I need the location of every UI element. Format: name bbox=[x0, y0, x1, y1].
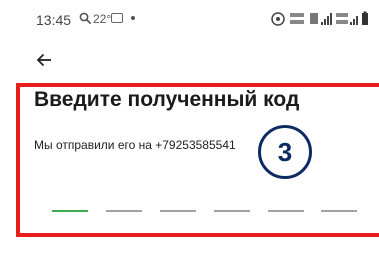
volte-lte2-icon bbox=[336, 13, 358, 25]
step-number: 3 bbox=[277, 136, 293, 167]
volte-lte1-icon bbox=[290, 13, 304, 24]
search-icon bbox=[79, 12, 91, 24]
code-slot-6[interactable] bbox=[321, 210, 357, 212]
page-title: Введите полученный код bbox=[34, 88, 300, 111]
sent-to-text: Мы отправили его на +79253585541 bbox=[34, 138, 236, 152]
4g-signal-icon bbox=[310, 13, 332, 25]
step-badge: 3 bbox=[258, 125, 312, 179]
status-temperature: 22° bbox=[93, 12, 112, 26]
arrow-left-icon[interactable] bbox=[36, 52, 52, 68]
status-bar: 13:45 22° bbox=[0, 0, 379, 40]
status-time: 13:45 bbox=[36, 12, 72, 28]
status-right-icons bbox=[271, 11, 368, 26]
code-slot-5[interactable] bbox=[268, 210, 304, 212]
dot-icon bbox=[131, 16, 135, 20]
battery-icon bbox=[362, 11, 368, 25]
nfc-icon bbox=[271, 12, 285, 26]
image-icon bbox=[111, 13, 123, 23]
code-slot-1[interactable] bbox=[52, 210, 88, 212]
code-slot-3[interactable] bbox=[160, 210, 196, 212]
code-slot-4[interactable] bbox=[214, 210, 250, 212]
code-slot-2[interactable] bbox=[106, 210, 142, 212]
